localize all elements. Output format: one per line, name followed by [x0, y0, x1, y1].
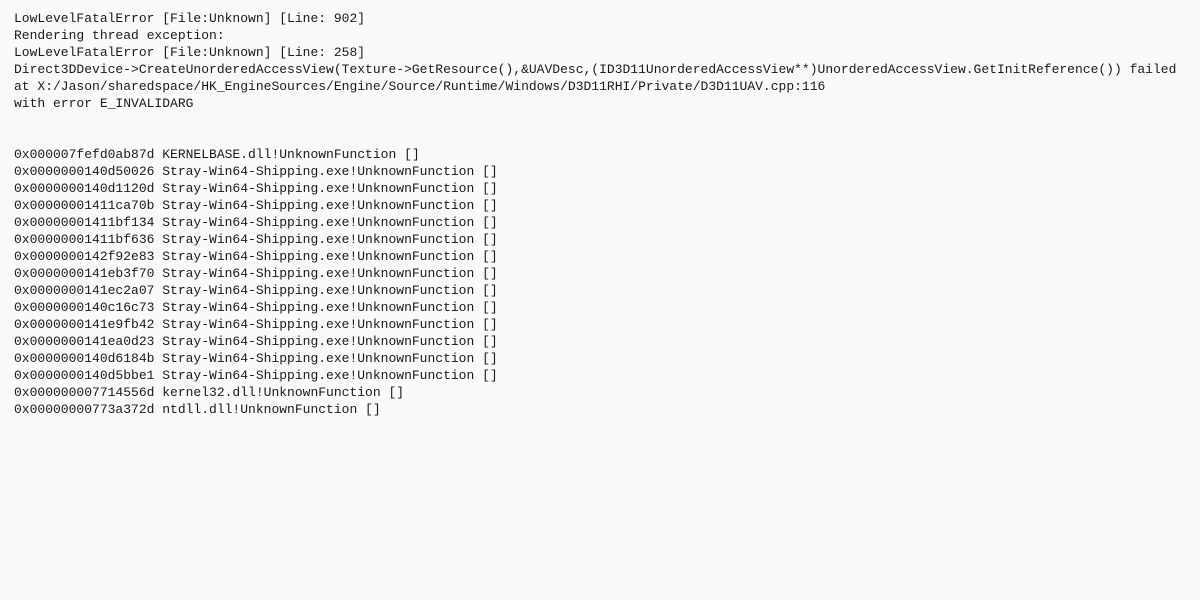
stack-trace-block: 0x000007fefd0ab87d KERNELBASE.dll!Unknow…: [14, 146, 1186, 418]
stack-frame: 0x00000001411bf134 Stray-Win64-Shipping.…: [14, 214, 1186, 231]
stack-frame: 0x0000000141e9fb42 Stray-Win64-Shipping.…: [14, 316, 1186, 333]
stack-frame: 0x0000000140d6184b Stray-Win64-Shipping.…: [14, 350, 1186, 367]
log-line: Rendering thread exception:: [14, 27, 1186, 44]
log-line: LowLevelFatalError [File:Unknown] [Line:…: [14, 44, 1186, 61]
stack-frame: 0x000000007714556d kernel32.dll!UnknownF…: [14, 384, 1186, 401]
stack-frame: 0x0000000142f92e83 Stray-Win64-Shipping.…: [14, 248, 1186, 265]
stack-frame: 0x0000000140c16c73 Stray-Win64-Shipping.…: [14, 299, 1186, 316]
blank-separator: [14, 112, 1186, 146]
log-line: at X:/Jason/sharedspace/HK_EngineSources…: [14, 78, 1186, 95]
log-line: with error E_INVALIDARG: [14, 95, 1186, 112]
stack-frame: 0x0000000141ec2a07 Stray-Win64-Shipping.…: [14, 282, 1186, 299]
stack-frame: 0x0000000141ea0d23 Stray-Win64-Shipping.…: [14, 333, 1186, 350]
stack-frame: 0x0000000141eb3f70 Stray-Win64-Shipping.…: [14, 265, 1186, 282]
stack-frame: 0x000007fefd0ab87d KERNELBASE.dll!Unknow…: [14, 146, 1186, 163]
stack-frame: 0x00000000773a372d ntdll.dll!UnknownFunc…: [14, 401, 1186, 418]
log-line: LowLevelFatalError [File:Unknown] [Line:…: [14, 10, 1186, 27]
log-line: Direct3DDevice->CreateUnorderedAccessVie…: [14, 61, 1186, 78]
error-header-block: LowLevelFatalError [File:Unknown] [Line:…: [14, 10, 1186, 112]
stack-frame: 0x0000000140d1120d Stray-Win64-Shipping.…: [14, 180, 1186, 197]
stack-frame: 0x00000001411bf636 Stray-Win64-Shipping.…: [14, 231, 1186, 248]
stack-frame: 0x00000001411ca70b Stray-Win64-Shipping.…: [14, 197, 1186, 214]
stack-frame: 0x0000000140d50026 Stray-Win64-Shipping.…: [14, 163, 1186, 180]
stack-frame: 0x0000000140d5bbe1 Stray-Win64-Shipping.…: [14, 367, 1186, 384]
